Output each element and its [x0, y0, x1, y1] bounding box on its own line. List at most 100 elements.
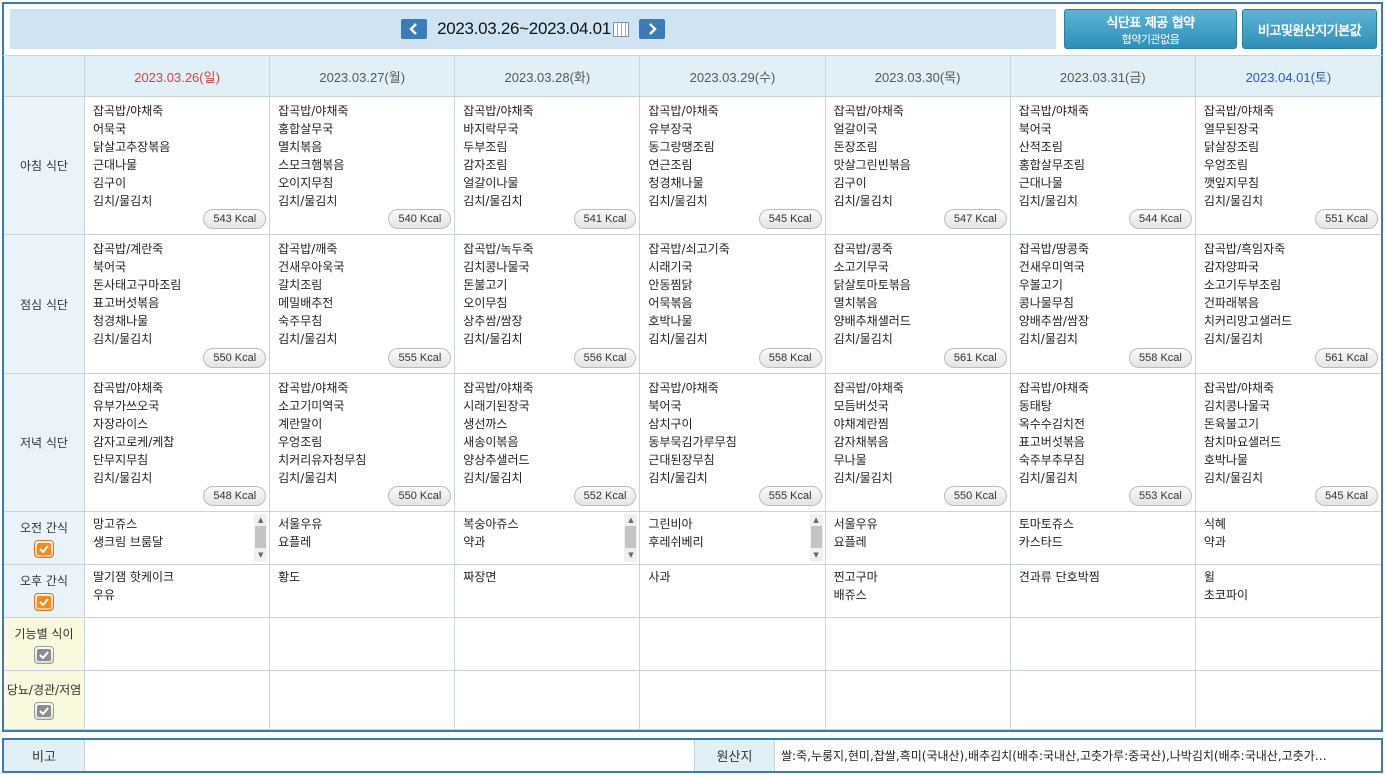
pm_snack-cell[interactable]: 사과 [640, 565, 826, 618]
scroll-up-icon[interactable]: ▲ [624, 514, 637, 525]
top-toolbar: 2023.03.26~2023.04.01 식단표 제공 협약 협약기관없음 비… [2, 2, 1383, 55]
breakfast-cell[interactable]: 잡곡밥/야채죽 열무된장국 닭살장조림 우엉조림 깻잎지무침 김치/물김치 551 Kcal [1195, 97, 1381, 235]
breakfast-cell[interactable]: 잡곡밥/야채죽 북어국 산적조림 홍합살무조림 근대나물 김치/물김치 544 Kcal [1010, 97, 1196, 235]
scrollbar[interactable]: ▲ ▼ [624, 514, 638, 562]
diabetes-cell[interactable] [640, 671, 826, 730]
diabetes-cell[interactable] [825, 671, 1011, 730]
checkbox-icon[interactable] [34, 592, 54, 611]
lunch-cell[interactable]: 잡곡밥/녹두죽 김치콩나물국 돈불고기 오이무침 상추쌈/쌈장 김치/물김치 556 Kca… [455, 235, 641, 374]
am_snack-cell[interactable]: 그린비아 후레쉬베리 ▲ ▼ [640, 512, 826, 565]
am_snack-cell[interactable]: 토마토쥬스 카스타드 [1010, 512, 1196, 565]
dinner-cell[interactable]: 잡곡밥/야채죽 모듬버섯국 야채계란찜 감자채볶음 무나물 김치/물김치 550 Kcal [825, 374, 1011, 512]
menu-item: 돈육불고기 [1203, 417, 1260, 431]
functional-cell[interactable] [1010, 618, 1196, 671]
lunch-cell[interactable]: 잡곡밥/계란죽 북어국 돈사태고구마조림 표고버섯볶음 청경채나물 김치/물김치 550 K… [85, 235, 271, 374]
am_snack-cell[interactable]: 식혜 약과 [1195, 512, 1381, 565]
snack-item: 토마토쥬스 [1018, 517, 1074, 531]
breakfast-cell[interactable]: 잡곡밥/야채죽 홍합살무국 멸치볶음 스모크햄볶음 오이지무침 김치/물김치 540 Kca… [270, 97, 456, 235]
am_snack-cell[interactable]: 서울우유 요플레 [270, 512, 456, 565]
checkbox-icon[interactable] [34, 539, 54, 558]
day-header: 2023.04.01(토) [1195, 56, 1381, 97]
breakfast-cell[interactable]: 잡곡밥/야채죽 바지락무국 두부조림 감자조림 얼갈이나물 김치/물김치 541 Kcal [455, 97, 641, 235]
day-header: 2023.03.29(수) [640, 56, 826, 97]
menu-item: 김치/물김치 [1018, 332, 1078, 346]
functional-cell[interactable] [825, 618, 1011, 671]
functional-cell[interactable] [270, 618, 456, 671]
pm_snack-cell[interactable]: 딸기잼 핫케이크 우유 [85, 565, 271, 618]
kcal-badge: 544 Kcal [1129, 209, 1192, 229]
functional-cell[interactable] [455, 618, 641, 671]
functional-cell[interactable] [85, 618, 271, 671]
am_snack-cell[interactable]: 복숭아쥬스 약과 ▲ ▼ [455, 512, 641, 565]
scroll-thumb[interactable] [810, 526, 822, 548]
lunch-cell[interactable]: 잡곡밥/콩죽 소고기무국 닭살토마토볶음 멸치볶음 양배추채샐러드 김치/물김치 561 K… [825, 235, 1011, 374]
diabetes-cell[interactable] [1010, 671, 1196, 730]
scroll-down-icon[interactable]: ▼ [254, 549, 267, 560]
snack-item: 사과 [648, 570, 671, 584]
menu-item: 김치/물김치 [648, 194, 708, 208]
day-header: 2023.03.26(일) [85, 56, 271, 97]
row-label-text: 오전 간식 [20, 520, 68, 535]
remark-origin-default-button[interactable]: 비고및원산지기본값 [1242, 9, 1377, 49]
checkbox-icon[interactable] [34, 701, 54, 720]
prev-week-button[interactable] [401, 19, 428, 39]
menu-item: 안동찜닭 [648, 278, 693, 292]
scroll-up-icon[interactable]: ▲ [810, 514, 823, 525]
functional-cell[interactable] [1195, 618, 1381, 671]
lunch-cell[interactable]: 잡곡밥/깨죽 건새우아욱국 갈치조림 메밀배추전 숙주무침 김치/물김치 555 Kcal [270, 235, 456, 374]
checkbox-icon[interactable] [34, 645, 54, 664]
menu-item: 감자조림 [463, 158, 508, 172]
dinner-cell[interactable]: 잡곡밥/야채죽 북어국 삼치구이 동부묵김가루무침 근대된장무침 김치/물김치 555 Kc… [640, 374, 826, 512]
scroll-up-icon[interactable]: ▲ [254, 514, 267, 525]
snack-item: 우유 [93, 588, 116, 602]
menu-list: 잡곡밥/흑임자죽 감자양파국 소고기두부조림 건파래볶음 치커리망고샐러드 김치/물김치 [1196, 235, 1381, 348]
menu-item: 잡곡밥/야채죽 [93, 104, 164, 118]
row-label-pm_snack: 오후 간식 [4, 565, 85, 618]
am_snack-cell[interactable]: 서울우유 요플레 [825, 512, 1011, 565]
snack-item: 견과류 단호박찜 [1018, 570, 1100, 584]
diabetes-cell[interactable] [85, 671, 271, 730]
origin-text[interactable]: 쌀:죽,누룽지,현미,찹쌀,흑미(국내산),배추김치(배추:국내산,고춧가루:중… [775, 740, 1381, 771]
dinner-cell[interactable]: 잡곡밥/야채죽 김치콩나물국 돈육불고기 참치마요샐러드 호박나물 김치/물김치 545 K… [1195, 374, 1381, 512]
scrollbar[interactable]: ▲ ▼ [809, 514, 823, 562]
row-label-text: 오후 간식 [20, 573, 68, 588]
origin-button-label: 비고및원산지기본값 [1257, 23, 1362, 39]
remark-input[interactable] [85, 740, 695, 771]
menu-item: 잡곡밥/야채죽 [648, 381, 719, 395]
menu-item: 바지락무국 [463, 122, 519, 136]
functional-cell[interactable] [640, 618, 826, 671]
diabetes-cell[interactable] [270, 671, 456, 730]
menu-item: 근대나물 [93, 158, 138, 172]
dinner-cell[interactable]: 잡곡밥/야채죽 시래기된장국 생선까스 새송이볶음 양상추샐러드 김치/물김치 552 Kc… [455, 374, 641, 512]
menu-list: 잡곡밥/야채죽 홍합살무국 멸치볶음 스모크햄볶음 오이지무침 김치/물김치 [270, 97, 454, 210]
pm_snack-cell[interactable]: 황도 [270, 565, 456, 618]
scroll-down-icon[interactable]: ▼ [624, 549, 637, 560]
lunch-cell[interactable]: 잡곡밥/쇠고기죽 시래기국 안동찜닭 어묵볶음 호박나물 김치/물김치 558 Kcal [640, 235, 826, 374]
diabetes-cell[interactable] [1195, 671, 1381, 730]
breakfast-cell[interactable]: 잡곡밥/야채죽 어묵국 닭살고추장볶음 근대나물 김구이 김치/물김치 543 Kcal [85, 97, 271, 235]
menu-contract-button[interactable]: 식단표 제공 협약 협약기관없음 [1064, 9, 1237, 49]
dinner-cell[interactable]: 잡곡밥/야채죽 소고기미역국 계란말이 우엉조림 치커리유자청무침 김치/물김치 550 K… [270, 374, 456, 512]
scroll-down-icon[interactable]: ▼ [810, 549, 823, 560]
lunch-cell[interactable]: 잡곡밥/땅콩죽 건새우미역국 우볼고기 콩나물무침 양배추쌈/쌈장 김치/물김치 558 K… [1010, 235, 1196, 374]
breakfast-cell[interactable]: 잡곡밥/야채죽 얼갈이국 돈장조림 맛살그린빈볶음 김구이 김치/물김치 547 Kcal [825, 97, 1011, 235]
dinner-cell[interactable]: 잡곡밥/야채죽 유부가쓰오국 자장라이스 감자고로케/케찹 단무지무침 김치/물김치 548… [85, 374, 271, 512]
scroll-thumb[interactable] [255, 526, 267, 548]
calendar-icon[interactable] [612, 21, 629, 37]
pm_snack-cell[interactable]: 짜장면 [455, 565, 641, 618]
pm_snack-cell[interactable]: 견과류 단호박찜 [1010, 565, 1196, 618]
pm_snack-cell[interactable]: 윌 초코파이 [1195, 565, 1381, 618]
pm_snack-cell[interactable]: 찐고구마 배쥬스 [825, 565, 1011, 618]
scrollbar[interactable]: ▲ ▼ [254, 514, 268, 562]
lunch-cell[interactable]: 잡곡밥/흑임자죽 감자양파국 소고기두부조림 건파래볶음 치커리망고샐러드 김치/물김치 5… [1195, 235, 1381, 374]
menu-item: 시래기국 [648, 260, 693, 274]
menu-item: 멸치볶음 [833, 296, 878, 310]
menu-item: 치커리망고샐러드 [1203, 314, 1293, 328]
kcal-badge: 556 Kcal [573, 348, 637, 368]
breakfast-cell[interactable]: 잡곡밥/야채죽 유부장국 동그랑땡조림 연근조림 청경채나물 김치/물김치 545 Kcal [640, 97, 826, 235]
next-week-button[interactable] [638, 19, 665, 39]
am_snack-cell[interactable]: 망고쥬스 생크림 브룸달 ▲ ▼ [85, 512, 271, 565]
dinner-cell[interactable]: 잡곡밥/야채죽 동태탕 옥수수김치전 표고버섯볶음 숙주부추무침 김치/물김치 553 Kc… [1010, 374, 1196, 512]
scroll-thumb[interactable] [625, 526, 637, 548]
diabetes-cell[interactable] [455, 671, 641, 730]
